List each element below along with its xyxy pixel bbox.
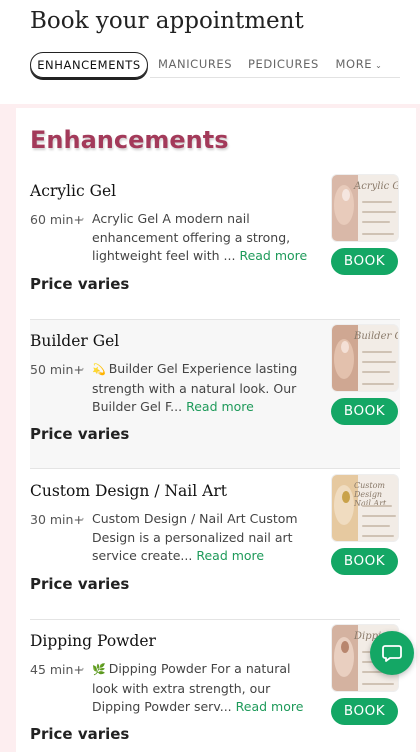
tabs-divider bbox=[150, 77, 400, 78]
tab-label: PEDICURES bbox=[248, 57, 319, 71]
service-price: Price varies bbox=[30, 425, 130, 443]
thumb-line bbox=[362, 525, 390, 527]
booking-page: Book your appointment ENHANCEMENTS MANIC… bbox=[0, 0, 420, 752]
tab-enhancements[interactable]: ENHANCEMENTS bbox=[30, 52, 148, 78]
separator-dot: · bbox=[81, 362, 85, 376]
card-divider bbox=[30, 619, 400, 620]
page-title: Book your appointment bbox=[30, 8, 304, 34]
read-more-link[interactable]: Read more bbox=[239, 248, 307, 263]
service-card: Dipping Powder 45 min+ · 🌿 Dipping Powder… bbox=[30, 624, 400, 752]
booking-header: Book your appointment ENHANCEMENTS MANIC… bbox=[0, 0, 420, 104]
separator-dot: · bbox=[81, 212, 85, 226]
thumb-line bbox=[362, 535, 394, 537]
book-button[interactable]: BOOK bbox=[331, 248, 398, 275]
service-duration: 50 min+ bbox=[30, 362, 84, 377]
tab-more[interactable]: MORE ⌄ bbox=[335, 52, 383, 78]
section-title: Enhancements bbox=[30, 126, 229, 154]
tab-label: MANICURES bbox=[158, 57, 233, 71]
book-button[interactable]: BOOK bbox=[331, 698, 398, 725]
thumb-line bbox=[362, 233, 394, 235]
chevron-down-icon: ⌄ bbox=[375, 61, 383, 70]
service-duration: 30 min+ bbox=[30, 512, 84, 527]
thumb-line bbox=[362, 221, 390, 223]
service-description: Custom Design / Nail Art Custom Design i… bbox=[92, 510, 314, 566]
read-more-link[interactable]: Read more bbox=[236, 699, 304, 714]
service-name: Custom Design / Nail Art bbox=[30, 482, 227, 500]
card-divider bbox=[30, 468, 400, 469]
service-duration: 60 min+ bbox=[30, 212, 84, 227]
service-description: Acrylic Gel A modern nail enhancement of… bbox=[92, 210, 314, 266]
service-card: Acrylic Gel 60 min+ · Acrylic Gel A mode… bbox=[30, 174, 400, 332]
service-name: Dipping Powder bbox=[30, 632, 156, 650]
service-name: Acrylic Gel bbox=[30, 182, 117, 200]
separator-dot: · bbox=[81, 662, 85, 676]
book-button[interactable]: BOOK bbox=[331, 548, 398, 575]
read-more-link[interactable]: Read more bbox=[196, 548, 264, 563]
read-more-link[interactable]: Read more bbox=[186, 399, 254, 414]
thumb-caption: Builder Gel bbox=[354, 331, 398, 342]
thumb-line bbox=[362, 515, 396, 517]
thumb-line bbox=[362, 351, 392, 353]
service-duration: 45 min+ bbox=[30, 662, 84, 677]
service-description: 💫 Builder Gel Experience lasting strength… bbox=[92, 360, 314, 417]
thumb-caption: Acrylic Gel bbox=[354, 181, 398, 192]
service-description: 🌿 Dipping Powder For a natural look with … bbox=[92, 660, 314, 717]
service-card: Custom Design / Nail Art 30 min+ · Custo… bbox=[30, 474, 400, 632]
thumb-caption: Custom Design Nail Art bbox=[354, 481, 387, 508]
tab-pedicures[interactable]: PEDICURES bbox=[248, 52, 318, 78]
service-price: Price varies bbox=[30, 725, 130, 743]
service-image[interactable]: Acrylic Gel bbox=[331, 174, 399, 242]
service-price: Price varies bbox=[30, 575, 130, 593]
tab-label: MORE bbox=[335, 57, 373, 71]
leaf-icon: 🌿 bbox=[92, 663, 106, 676]
page-margin-right bbox=[416, 34, 420, 752]
thumb-line bbox=[362, 361, 396, 363]
book-button[interactable]: BOOK bbox=[331, 398, 398, 425]
thumb-line bbox=[362, 505, 392, 507]
tab-label: ENHANCEMENTS bbox=[37, 58, 141, 72]
service-price: Price varies bbox=[30, 275, 130, 293]
thumb-line bbox=[362, 383, 394, 385]
page-margin-left bbox=[0, 34, 12, 752]
thumb-line bbox=[362, 201, 392, 203]
chat-button[interactable] bbox=[370, 631, 414, 675]
thumb-line bbox=[362, 371, 390, 373]
thumb-line bbox=[362, 211, 396, 213]
category-tabs: ENHANCEMENTS MANICURES PEDICURES MORE ⌄ bbox=[30, 52, 400, 78]
service-image[interactable]: Builder Gel bbox=[331, 324, 399, 392]
chat-bubble-icon bbox=[382, 645, 402, 662]
service-card: Builder Gel 50 min+ · 💫 Builder Gel Exper… bbox=[30, 320, 400, 468]
card-body: Builder Gel 50 min+ · 💫 Builder Gel Exper… bbox=[30, 324, 400, 468]
sparkle-icon: 💫 bbox=[92, 363, 106, 376]
thumb-line bbox=[362, 683, 394, 685]
description-text: Custom Design / Nail Art Custom Design i… bbox=[92, 511, 298, 563]
separator-dot: · bbox=[81, 512, 85, 526]
tab-manicures[interactable]: MANICURES bbox=[158, 52, 232, 78]
service-name: Builder Gel bbox=[30, 332, 120, 350]
service-image[interactable]: Custom Design Nail Art bbox=[331, 474, 399, 542]
